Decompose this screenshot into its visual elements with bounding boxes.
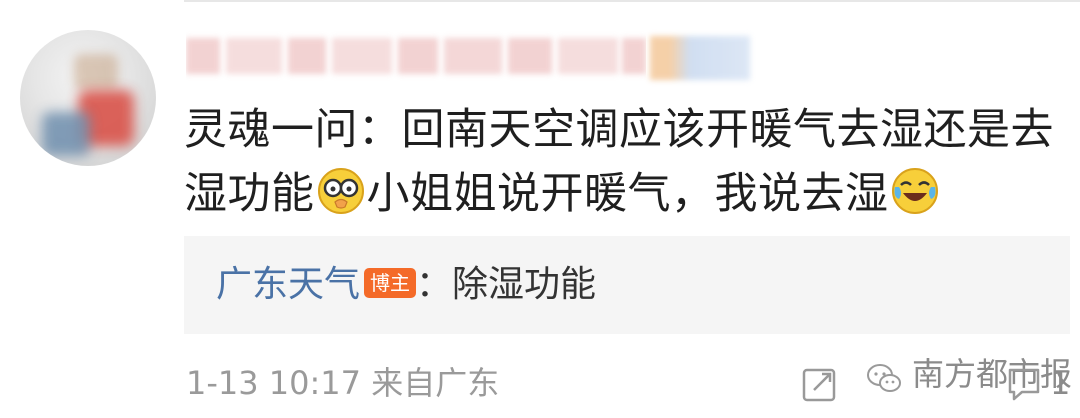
comment-icon[interactable] (1004, 364, 1044, 404)
reply-text: ：除湿功能 (416, 264, 597, 305)
username-blurred[interactable] (186, 30, 646, 82)
source-location: 来自广东 (371, 364, 500, 402)
glasses-face-emoji-icon (317, 168, 364, 214)
top-divider (184, 0, 1080, 2)
laughing-tears-emoji-icon (891, 168, 938, 214)
comment-text: 灵魂一问：回南天空调应该开暖气去湿还是去湿功能 小姐姐说开暖气，我说去湿 (184, 98, 1064, 226)
vip-badge-blurred (650, 36, 750, 80)
comment-meta: 1-13 10:17 来自广东 (186, 360, 499, 406)
comment-text-part2: 小姐姐说开暖气，我说去湿 (366, 169, 889, 219)
reply-box[interactable]: 广东天气 博主 ：除湿功能 (184, 236, 1070, 334)
wechat-icon (867, 364, 901, 392)
watermark-text: 南方都市报 (912, 355, 1073, 393)
blogger-badge: 博主 (364, 268, 417, 298)
comment-count: 1 (1050, 364, 1071, 402)
reply-author-link[interactable]: 广东天气 (216, 264, 360, 305)
timestamp: 1-13 10:17 (186, 364, 362, 402)
avatar[interactable] (20, 30, 156, 166)
reply-line: 广东天气 博主 ：除湿功能 (216, 260, 596, 310)
repost-icon[interactable] (800, 364, 840, 404)
